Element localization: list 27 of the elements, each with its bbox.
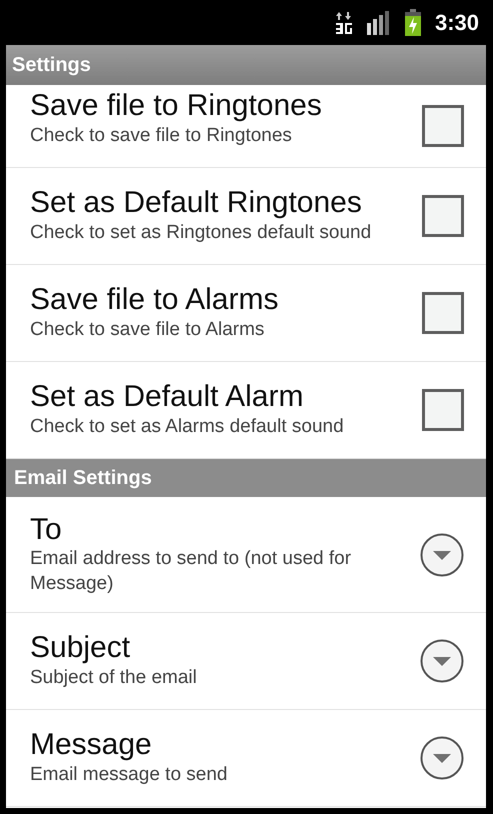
data-network-icon <box>334 10 353 34</box>
preference-summary: Check to set as Ringtones default sound <box>30 220 372 245</box>
checkbox[interactable] <box>422 105 464 147</box>
preference-title: Save file to Alarms <box>30 283 280 318</box>
checkbox[interactable] <box>422 292 464 334</box>
preference-title: Subject <box>30 631 132 666</box>
preference-summary: Check to set as Alarms default sound <box>30 414 345 439</box>
status-time: 3:30 <box>434 9 479 37</box>
dropdown-icon[interactable] <box>420 532 464 576</box>
signal-icon <box>366 10 391 34</box>
dropdown-icon[interactable] <box>420 639 464 683</box>
preference-summary: Email message to send <box>30 762 228 787</box>
app-title: Settings <box>6 45 486 85</box>
checkbox[interactable] <box>422 195 464 237</box>
preference-summary: Check to save file to Ringtones <box>30 124 293 148</box>
section-header: Email Settings <box>6 459 486 497</box>
preference-summary: Email address to send to (not used for Message) <box>30 547 352 596</box>
checkbox[interactable] <box>422 389 464 431</box>
dropdown-icon[interactable] <box>420 736 464 780</box>
preference-title: Message <box>30 728 153 763</box>
preference-summary: Check to save file to Alarms <box>30 318 266 342</box>
preference-title: Save file to Ringtones <box>30 89 323 124</box>
preference-title: Set as Default Ringtones <box>30 186 363 221</box>
battery-charging-icon <box>404 9 421 36</box>
preference-title: To <box>30 512 63 548</box>
preference-title: Set as Default Alarm <box>30 380 304 415</box>
preference-summary: Subject of the email <box>30 666 198 690</box>
